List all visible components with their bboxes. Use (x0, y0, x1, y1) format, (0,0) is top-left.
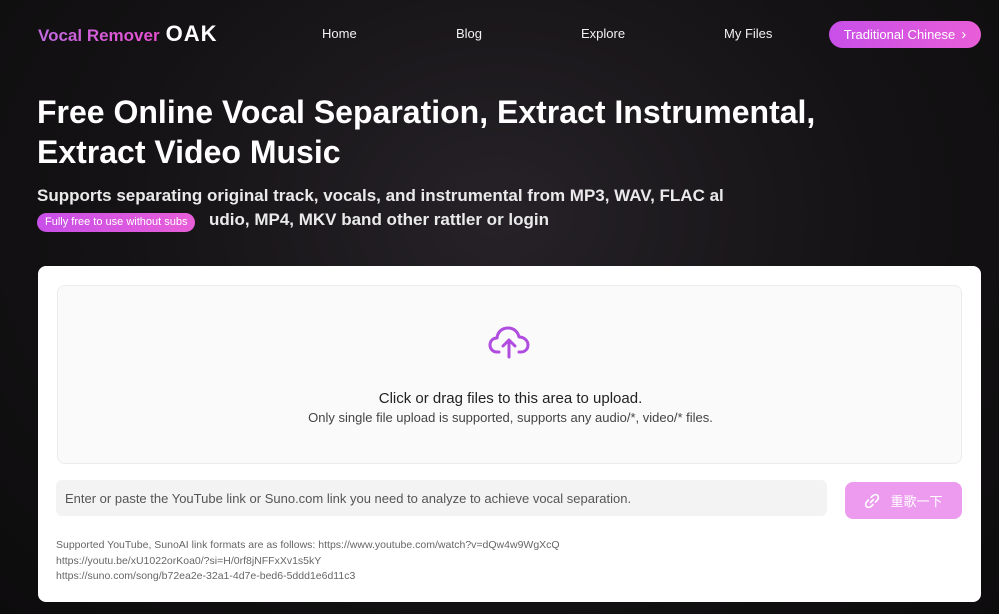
link-icon (865, 493, 880, 508)
nav-link-explore[interactable]: Explore (581, 26, 625, 41)
nav-link-my-files[interactable]: My Files (724, 26, 772, 41)
upload-card: Click or drag files to this area to uplo… (38, 266, 981, 602)
page-subtitle-line1: Supports separating original track, voca… (37, 186, 724, 205)
logo-brand: OAK (165, 21, 218, 46)
page-title-line2: Extract Video Music (37, 134, 341, 170)
logo[interactable]: Vocal Remover OAK (38, 21, 217, 47)
page-title: Free Online Vocal Separation, Extract In… (37, 92, 937, 172)
nav-link-home[interactable]: Home (322, 26, 357, 41)
language-button[interactable]: Traditional Chinese › (829, 21, 981, 48)
supported-formats: Supported YouTube, SunoAI link formats a… (56, 538, 756, 585)
language-button-label: Traditional Chinese (843, 27, 956, 42)
analyze-button[interactable]: 重歌一下 (845, 482, 962, 519)
upload-instruction: Click or drag files to this area to uplo… (378, 390, 643, 407)
cloud-upload-icon (488, 326, 530, 359)
link-input[interactable] (56, 480, 827, 516)
supported-formats-line1: Supported YouTube, SunoAI link formats a… (56, 539, 560, 551)
top-nav: Vocal Remover OAK Home Blog Explore My F… (0, 0, 999, 68)
supported-formats-line3: https://suno.com/song/b72ea2e-32a1-4d7e-… (56, 570, 356, 582)
supported-formats-line2: https://youtu.be/xU1022orKoa0/?si=H/0rf8… (56, 554, 322, 567)
logo-text: Vocal Remover (38, 26, 160, 45)
upload-dropzone[interactable]: Click or drag files to this area to uplo… (57, 285, 962, 464)
upload-hint: Only single file upload is supported, su… (308, 410, 713, 425)
analyze-button-label: 重歌一下 (890, 494, 943, 509)
chevron-right-icon: › (961, 26, 967, 43)
nav-link-blog[interactable]: Blog (456, 26, 482, 41)
page-title-line1: Free Online Vocal Separation, Extract In… (37, 94, 816, 130)
free-badge: Fully free to use without subs (37, 213, 196, 232)
